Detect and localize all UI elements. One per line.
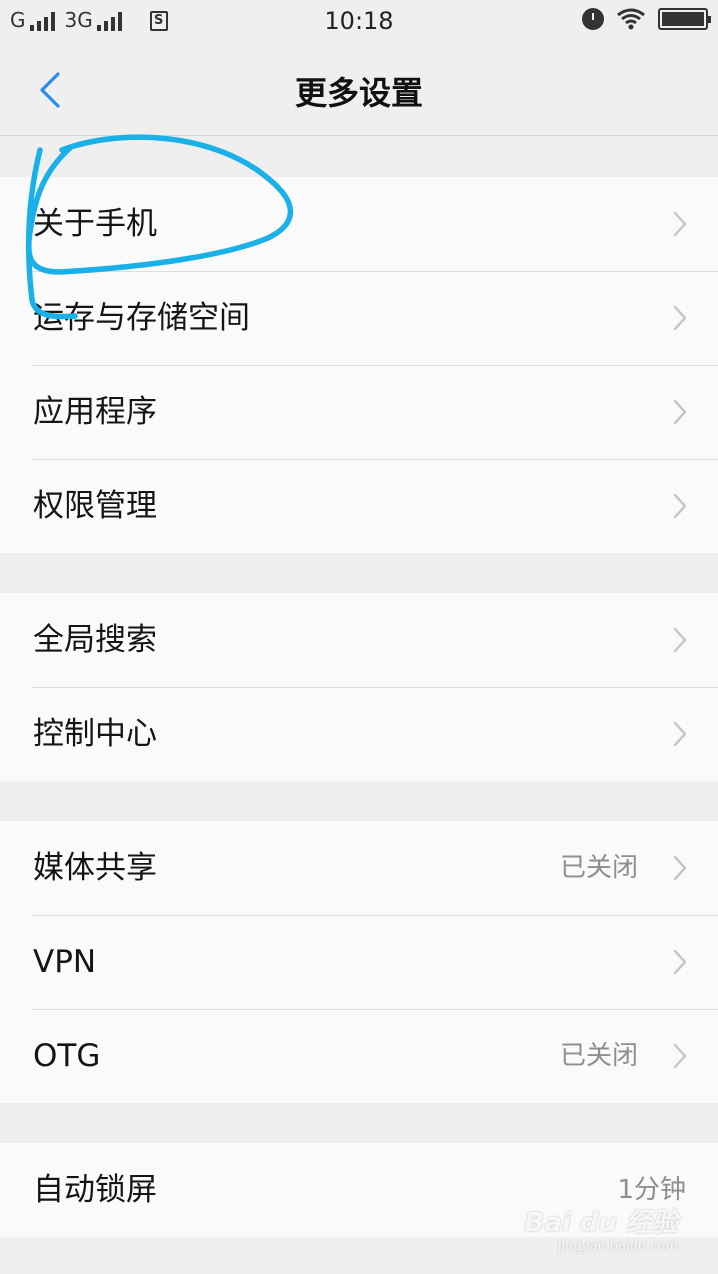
- chevron-right-icon: [673, 493, 687, 519]
- watermark-brand: Bai du 经验: [524, 1208, 679, 1238]
- settings-item-label: VPN: [33, 944, 97, 980]
- settings-group-1: 关于手机 运存与存储空间 应用程序 权限管理: [0, 177, 718, 553]
- settings-item-value: 已关闭: [559, 853, 638, 883]
- battery-icon: [658, 8, 711, 30]
- settings-item-permissions[interactable]: 权限管理: [0, 459, 718, 553]
- settings-item-applications[interactable]: 应用程序: [0, 365, 718, 459]
- chevron-right-icon: [673, 627, 687, 653]
- watermark-url: jingyan.baidu.com: [558, 1239, 678, 1254]
- settings-item-vpn[interactable]: VPN: [0, 915, 718, 1009]
- settings-item-label: 运存与存储空间: [33, 300, 250, 336]
- settings-item-label: 自动锁屏: [33, 1172, 157, 1208]
- wifi-icon: [617, 8, 645, 30]
- nav-bar: 更多设置: [0, 42, 718, 136]
- settings-item-global-search[interactable]: 全局搜索: [0, 593, 718, 687]
- page-title: 更多设置: [294, 74, 423, 112]
- chevron-right-icon: [673, 1043, 687, 1069]
- settings-item-label: OTG: [33, 1038, 101, 1074]
- watermark: Bai du 经验 jingyan.baidu.com: [525, 1202, 679, 1254]
- settings-item-otg[interactable]: OTG 已关闭: [0, 1009, 718, 1103]
- settings-item-label: 关于手机: [33, 206, 157, 242]
- chevron-right-icon: [673, 399, 687, 425]
- alarm-icon: [582, 8, 604, 30]
- settings-item-memory-storage[interactable]: 运存与存储空间: [0, 271, 718, 365]
- settings-group-2: 全局搜索 控制中心: [0, 593, 718, 781]
- settings-item-label: 控制中心: [33, 716, 157, 752]
- settings-group-3: 媒体共享 已关闭 VPN OTG 已关闭: [0, 821, 718, 1103]
- settings-item-control-center[interactable]: 控制中心: [0, 687, 718, 781]
- settings-item-value: 已关闭: [559, 1041, 638, 1071]
- settings-item-label: 全局搜索: [33, 622, 157, 658]
- chevron-right-icon: [673, 855, 687, 881]
- status-right: [582, 8, 711, 30]
- battery-fill: [662, 12, 704, 26]
- chevron-right-icon: [673, 949, 687, 975]
- settings-item-label: 媒体共享: [33, 850, 157, 886]
- chevron-right-icon: [673, 305, 687, 331]
- settings-item-label: 权限管理: [33, 488, 157, 524]
- settings-item-media-sharing[interactable]: 媒体共享 已关闭: [0, 821, 718, 915]
- chevron-right-icon: [673, 721, 687, 747]
- settings-item-about-phone[interactable]: 关于手机: [0, 177, 718, 271]
- status-bar: G 3G S 10:18: [0, 0, 718, 42]
- settings-item-label: 应用程序: [33, 394, 157, 430]
- chevron-right-icon: [673, 211, 687, 237]
